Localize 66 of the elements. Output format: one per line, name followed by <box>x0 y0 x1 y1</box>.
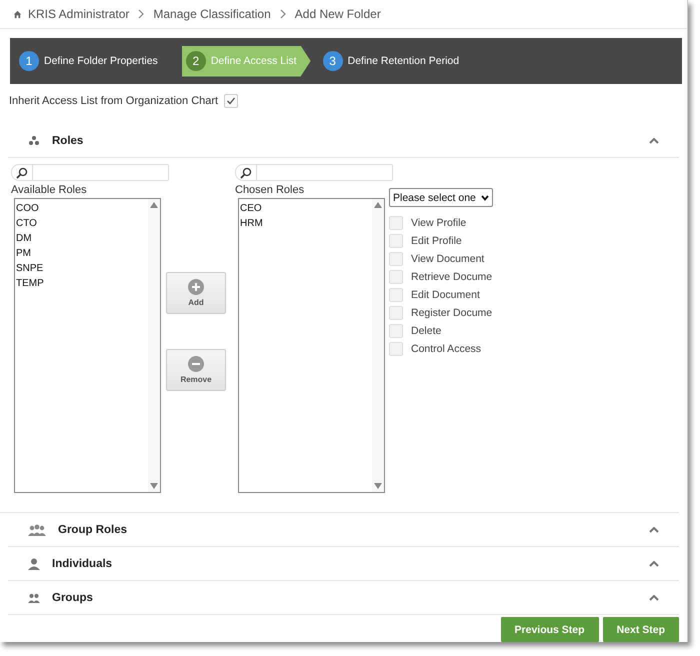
permission-label: View Document <box>411 252 484 264</box>
remove-button[interactable]: Remove <box>166 349 226 391</box>
plus-icon <box>188 279 204 295</box>
search-icon <box>16 166 28 178</box>
scroll-up-icon[interactable] <box>150 202 158 208</box>
collapse-icon[interactable] <box>649 138 659 144</box>
checkbox[interactable] <box>389 216 403 230</box>
list-box[interactable]: CEO HRM <box>238 198 385 493</box>
list-box[interactable]: COO CTO DM PM SNPE TEMP <box>14 198 161 493</box>
home-icon <box>13 10 22 18</box>
permission-label: View Profile <box>411 216 466 228</box>
inherit-label: Inherit Access List from Organization Chart <box>9 95 218 107</box>
group-icon <box>28 524 46 536</box>
permission-label: Edit Profile <box>411 234 462 246</box>
people-icon <box>28 592 40 602</box>
list-option[interactable]: HRM <box>240 216 372 231</box>
list-option[interactable]: COO <box>16 201 148 216</box>
permission-label: Retrieve Docume <box>411 270 492 282</box>
minus-icon <box>188 356 204 372</box>
select-dropdown[interactable]: Please select one <box>389 188 493 207</box>
list-option[interactable]: CTO <box>16 216 148 231</box>
chevron-icon <box>280 9 286 19</box>
check-icon <box>226 96 236 106</box>
scroll-down-icon[interactable] <box>150 483 158 489</box>
collapse-icon[interactable] <box>649 560 659 566</box>
section-title: Roles <box>52 134 84 146</box>
section-title: Group Roles <box>58 524 128 536</box>
permission-label: Control Access <box>411 342 482 354</box>
scroll-up-icon[interactable] <box>374 202 382 208</box>
add-button[interactable]: Add <box>166 272 226 314</box>
breadcrumb-link[interactable]: Manage Classification <box>153 7 271 21</box>
breadcrumb-link[interactable]: Add New Folder <box>294 7 381 21</box>
section-title: Individuals <box>52 558 112 570</box>
list-option[interactable]: TEMP <box>16 276 148 291</box>
search-field[interactable] <box>235 164 393 181</box>
wizard-step[interactable]: 2 Define Access List <box>182 46 311 76</box>
list-option[interactable]: CEO <box>240 201 372 216</box>
checkbox[interactable] <box>389 252 403 266</box>
collapse-icon[interactable] <box>649 594 659 600</box>
checkbox[interactable] <box>224 94 238 108</box>
checkbox[interactable] <box>389 288 403 302</box>
checkbox[interactable] <box>389 342 403 356</box>
checkbox[interactable] <box>389 270 403 284</box>
wizard-step[interactable]: 3 Define Retention Period <box>320 46 474 76</box>
collapse-icon[interactable] <box>649 526 659 532</box>
checkbox[interactable] <box>389 306 403 320</box>
checkbox[interactable] <box>389 324 403 338</box>
scroll-down-icon[interactable] <box>374 483 382 489</box>
search-field[interactable] <box>11 164 169 181</box>
list-label: Chosen Roles <box>235 184 306 196</box>
permission-label: Edit Document <box>411 288 480 300</box>
search-icon <box>240 166 252 178</box>
caret-icon <box>481 194 489 200</box>
list-label: Available Roles <box>11 184 88 196</box>
wizard-step[interactable]: 1 Define Folder Properties <box>17 46 172 76</box>
list-option[interactable]: PM <box>16 246 148 261</box>
roles-icon <box>28 134 40 146</box>
permission-label: Register Docume <box>411 306 492 318</box>
person-icon <box>28 558 40 570</box>
list-option[interactable]: DM <box>16 231 148 246</box>
permission-label: Delete <box>411 324 442 336</box>
checkbox[interactable] <box>389 234 403 248</box>
section-title: Groups <box>52 592 93 604</box>
chevron-icon <box>138 9 144 19</box>
list-option[interactable]: SNPE <box>16 261 148 276</box>
breadcrumb-link[interactable]: KRIS Administrator <box>28 7 130 21</box>
